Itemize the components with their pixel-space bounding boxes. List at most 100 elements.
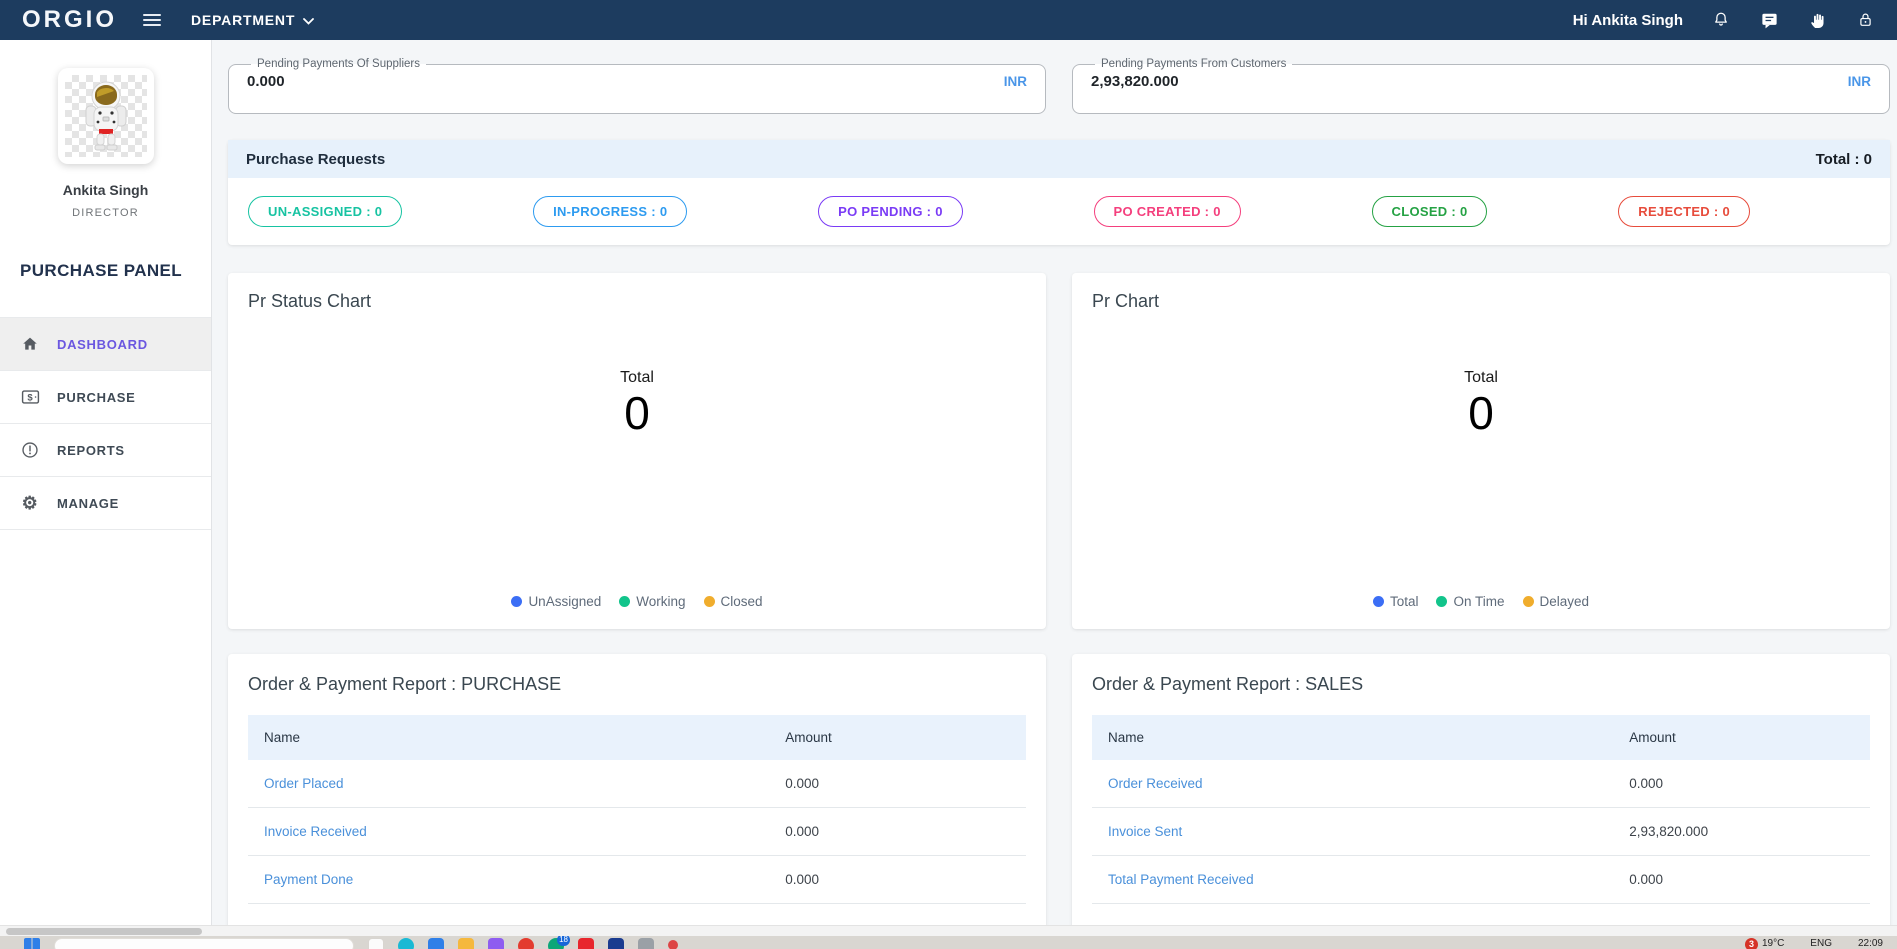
badge-closed[interactable]: CLOSED : 0 <box>1372 196 1488 227</box>
sales-report-table: Name Amount Order Received 0.000 Invoice… <box>1092 715 1870 904</box>
windows-taskbar: 18 3 19°C ENG 22:09 <box>0 936 1897 949</box>
amount-cell: 0.000 <box>769 856 1026 904</box>
table-title: Order & Payment Report : PURCHASE <box>228 654 1046 705</box>
lock-icon[interactable] <box>1855 10 1875 30</box>
avatar-card <box>58 68 154 164</box>
badge-rejected[interactable]: REJECTED : 0 <box>1618 196 1750 227</box>
order-received-link[interactable]: Order Received <box>1108 776 1203 791</box>
chart-total-value: 0 <box>1072 387 1890 440</box>
sidebar-item-purchase[interactable]: $ PURCHASE <box>0 371 211 424</box>
column-name: Name <box>248 715 769 760</box>
badge-inprogress[interactable]: IN-PROGRESS : 0 <box>533 196 687 227</box>
chart-total-label: Total <box>1072 369 1890 387</box>
chart-title: Pr Chart <box>1072 273 1890 330</box>
home-icon <box>20 334 40 354</box>
temperature-label: 19°C <box>1762 938 1784 949</box>
department-label: DEPARTMENT <box>191 12 295 28</box>
legend-dot <box>619 596 630 607</box>
svg-text:$: $ <box>27 393 33 404</box>
scrollbar-thumb[interactable] <box>6 928 202 935</box>
taskbar-app-icon[interactable] <box>518 938 534 949</box>
purchase-report-table: Name Amount Order Placed 0.000 Invoice R… <box>248 715 1026 904</box>
invoice-received-link[interactable]: Invoice Received <box>264 824 367 839</box>
badge-unassigned[interactable]: UN-ASSIGNED : 0 <box>248 196 402 227</box>
top-navbar: ORGIO DEPARTMENT Hi Ankita Singh <box>0 0 1897 40</box>
pending-customers-field: Pending Payments From Customers 2,93,820… <box>1072 58 1890 114</box>
weather-widget[interactable]: 3 19°C <box>1745 938 1784 949</box>
legend-dot <box>511 596 522 607</box>
chart-total-value: 0 <box>228 387 1046 440</box>
legend-unassigned[interactable]: UnAssigned <box>511 594 601 609</box>
taskbar-app-icon[interactable] <box>608 938 624 949</box>
sidebar-item-label: MANAGE <box>57 496 119 511</box>
sidebar-item-label: DASHBOARD <box>57 337 148 352</box>
sidebar-nav: DASHBOARD $ PURCHASE REPORTS ⚙ MANAGE <box>0 317 211 530</box>
taskbar-app-icon[interactable] <box>668 940 678 949</box>
taskbar-app-icon[interactable] <box>488 938 504 949</box>
purchase-requests-card: Purchase Requests Total : 0 UN-ASSIGNED … <box>228 140 1890 245</box>
legend-total[interactable]: Total <box>1373 594 1419 609</box>
legend-delayed[interactable]: Delayed <box>1523 594 1590 609</box>
amount-cell: 0.000 <box>769 760 1026 808</box>
sidebar-item-manage[interactable]: ⚙ MANAGE <box>0 477 211 530</box>
menu-icon[interactable] <box>143 14 161 26</box>
table-row: Total Payment Received 0.000 <box>1092 856 1870 904</box>
amount-cell: 0.000 <box>1613 856 1870 904</box>
field-value: 2,93,820.000 <box>1091 73 1179 90</box>
table-row: Payment Done 0.000 <box>248 856 1026 904</box>
table-row: Invoice Received 0.000 <box>248 808 1026 856</box>
report-purchase-card: Order & Payment Report : PURCHASE Name A… <box>228 654 1046 949</box>
taskbar-search-box[interactable] <box>54 938 354 949</box>
legend-dot <box>1523 596 1534 607</box>
payment-done-link[interactable]: Payment Done <box>264 872 353 887</box>
purchase-requests-total: Total : 0 <box>1816 151 1872 168</box>
bell-icon[interactable] <box>1711 10 1731 30</box>
chart-legend: UnAssigned Working Closed <box>228 594 1046 609</box>
cash-icon: $ <box>20 387 40 407</box>
clock[interactable]: 22:09 <box>1858 938 1883 949</box>
avatar <box>65 75 147 157</box>
sidebar-item-dashboard[interactable]: DASHBOARD <box>0 318 211 371</box>
badge-po-created[interactable]: PO CREATED : 0 <box>1094 196 1241 227</box>
sidebar-item-reports[interactable]: REPORTS <box>0 424 211 477</box>
start-icon[interactable] <box>24 938 40 949</box>
table-row: Invoice Sent 2,93,820.000 <box>1092 808 1870 856</box>
invoice-sent-link[interactable]: Invoice Sent <box>1108 824 1182 839</box>
field-label: Pending Payments Of Suppliers <box>251 58 426 70</box>
chart-title: Pr Status Chart <box>228 273 1046 330</box>
legend-dot <box>704 596 715 607</box>
legend-dot <box>1373 596 1384 607</box>
table-header-row: Name Amount <box>248 715 1026 760</box>
notification-badge: 18 <box>557 936 570 946</box>
field-label: Pending Payments From Customers <box>1095 58 1292 70</box>
horizontal-scrollbar[interactable] <box>0 925 1897 936</box>
taskbar-app-icon[interactable] <box>638 938 654 949</box>
legend-closed[interactable]: Closed <box>704 594 763 609</box>
chat-icon[interactable] <box>1759 10 1779 30</box>
chevron-down-icon <box>303 12 314 28</box>
order-placed-link[interactable]: Order Placed <box>264 776 344 791</box>
total-payment-received-link[interactable]: Total Payment Received <box>1108 872 1254 887</box>
amount-cell: 2,93,820.000 <box>1613 808 1870 856</box>
chart-total: Total 0 <box>228 369 1046 440</box>
taskbar-app-icon[interactable] <box>368 938 384 949</box>
legend-working[interactable]: Working <box>619 594 685 609</box>
language-indicator[interactable]: ENG <box>1810 938 1832 949</box>
user-role: DIRECTOR <box>0 207 211 219</box>
taskbar-app-icon[interactable] <box>428 938 444 949</box>
legend-on-time[interactable]: On Time <box>1436 594 1504 609</box>
sidebar-item-label: REPORTS <box>57 443 125 458</box>
taskbar-app-icon[interactable] <box>578 938 594 949</box>
hand-icon[interactable] <box>1807 10 1827 30</box>
amount-cell: 0.000 <box>1613 760 1870 808</box>
currency-label: INR <box>1848 74 1871 89</box>
table-row: Order Received 0.000 <box>1092 760 1870 808</box>
department-menu[interactable]: DEPARTMENT <box>191 12 314 28</box>
badge-po-pending[interactable]: PO PENDING : 0 <box>818 196 963 227</box>
taskbar-app-icon[interactable] <box>398 938 414 949</box>
taskbar-app-icon[interactable]: 18 <box>548 938 564 949</box>
orgio-logo: ORGIO <box>22 8 117 32</box>
purchase-requests-title: Purchase Requests <box>246 151 385 168</box>
folder-icon[interactable] <box>458 938 474 949</box>
astronaut-illustration <box>74 80 138 152</box>
